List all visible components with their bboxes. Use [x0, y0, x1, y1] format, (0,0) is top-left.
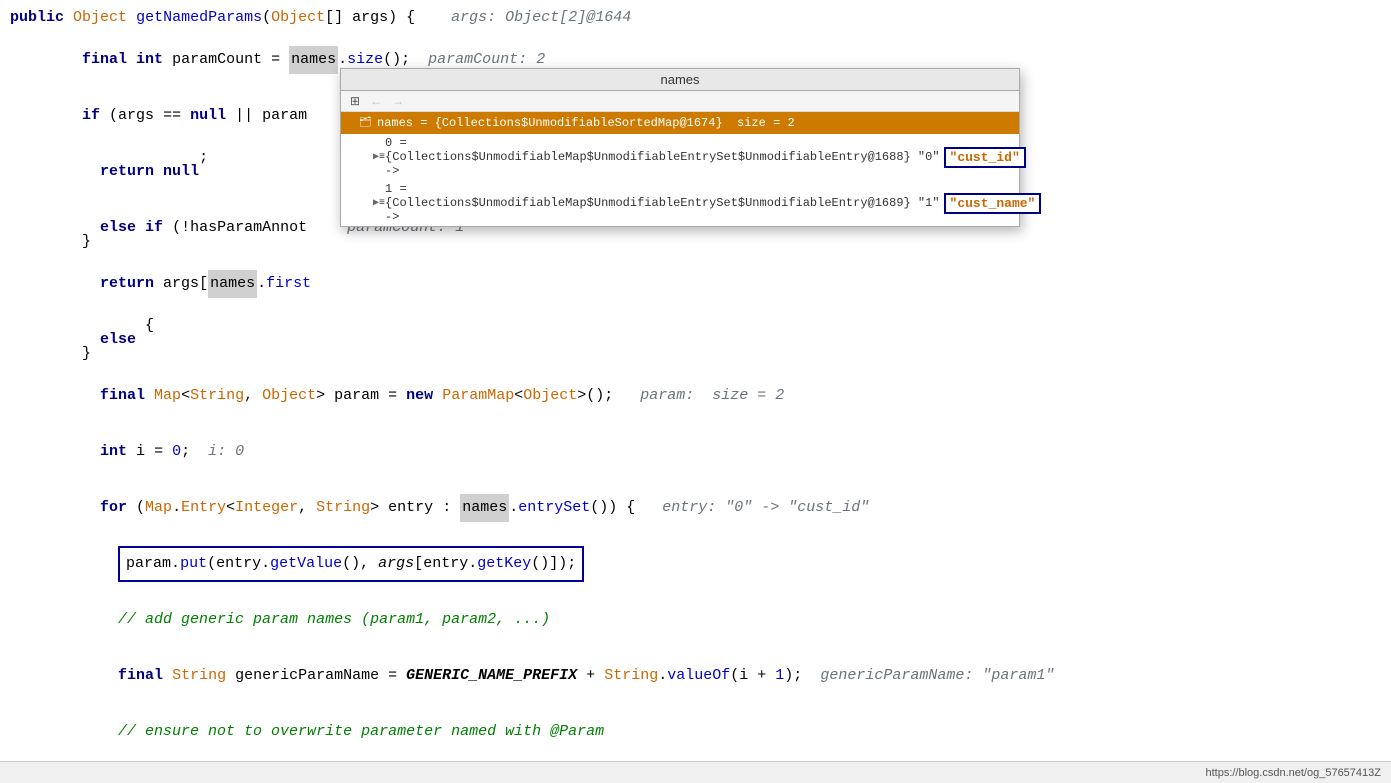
popup-bookmark-btn[interactable]: ⊞	[347, 93, 363, 109]
popup-child-1[interactable]: ▶ ≡ 1 = {Collections$UnmodifiableMap$Unm…	[341, 180, 1019, 226]
bottom-bar: https://blog.csdn.net/og_57657413Z	[0, 761, 1391, 783]
code-line-8: final Map<String, Object> param = new Pa…	[0, 368, 1391, 424]
popup-map-icon: 🗂	[359, 117, 377, 129]
url-display: https://blog.csdn.net/og_57657413Z	[1205, 767, 1381, 779]
code-line-14: // ensure not to overwrite parameter nam…	[0, 704, 1391, 760]
popup-child-1-value: "cust_name"	[944, 196, 1042, 211]
popup-child-0[interactable]: ▶ ≡ 0 = {Collections$UnmodifiableMap$Unm…	[341, 134, 1019, 180]
popup-root-row[interactable]: ▼ 🗂 names = {Collections$UnmodifiableSor…	[341, 112, 1019, 134]
popup-child-0-text: 0 = {Collections$UnmodifiableMap$Unmodif…	[385, 136, 939, 178]
popup-expand-icon[interactable]: ▼	[345, 118, 359, 129]
popup-forward-btn[interactable]: →	[389, 93, 407, 109]
code-line-13: final String genericParamName = GENERIC_…	[0, 648, 1391, 704]
cust-name-value-box: "cust_name"	[944, 193, 1042, 214]
variable-popup[interactable]: names ⊞ ← → ▼ 🗂 names = {Collections$Unm…	[340, 68, 1020, 227]
cust-id-value-box: "cust_id"	[944, 147, 1026, 168]
code-line-12: // add generic param names (param1, para…	[0, 592, 1391, 648]
popup-child-0-value: "cust_id"	[944, 150, 1026, 165]
popup-toolbar: ⊞ ← →	[341, 91, 1019, 112]
code-line-6: return args[names.first	[0, 256, 1391, 312]
code-line-7: } else {	[0, 312, 1391, 368]
code-line-9: int i = 0; i: 0	[0, 424, 1391, 480]
code-editor: public Object getNamedParams(Object[] ar…	[0, 0, 1391, 783]
popup-title: names	[341, 69, 1019, 91]
popup-back-btn[interactable]: ←	[367, 93, 385, 109]
code-line-10: for (Map.Entry<Integer, String> entry : …	[0, 480, 1391, 536]
code-line-11: param.put(entry.getValue(), args[entry.g…	[0, 536, 1391, 592]
code-line-1: public Object getNamedParams(Object[] ar…	[0, 4, 1391, 32]
popup-child-1-text: 1 = {Collections$UnmodifiableMap$Unmodif…	[385, 182, 939, 224]
popup-root-text: names = {Collections$UnmodifiableSortedM…	[377, 116, 795, 130]
